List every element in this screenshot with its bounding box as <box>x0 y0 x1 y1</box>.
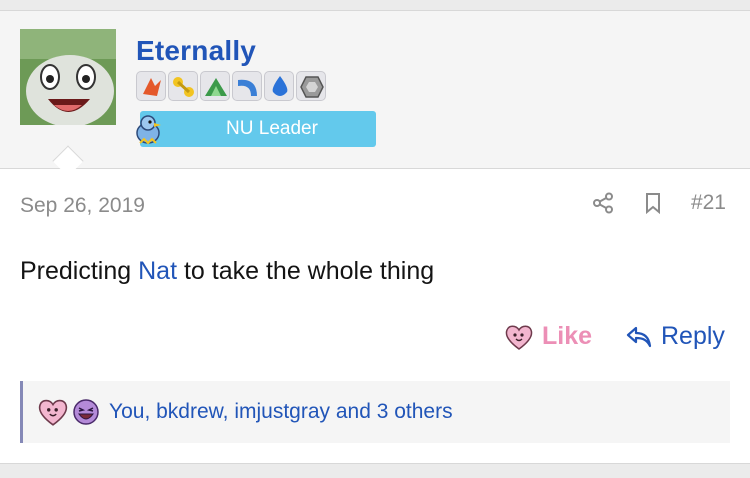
like-label: Like <box>542 322 593 350</box>
leaf-badge-icon <box>200 71 230 101</box>
wave-badge-icon <box>232 71 262 101</box>
user-header: Eternally NU Leader <box>0 11 750 169</box>
like-button[interactable]: Like <box>504 322 592 351</box>
reactions-bar: You, bkdrew, imjustgray and 3 others <box>20 381 730 443</box>
heart-face-icon <box>505 325 533 350</box>
post-text-end: to take the whole thing <box>177 257 435 285</box>
username-link[interactable]: Eternally <box>136 35 256 67</box>
bookmark-icon[interactable] <box>641 191 665 215</box>
user-rank: NU Leader <box>128 109 376 147</box>
post-date[interactable]: Sep 26, 2019 <box>20 194 145 218</box>
post-body: Predicting Nat to take the whole thing <box>20 257 434 286</box>
avatar[interactable] <box>20 29 116 125</box>
share-icon[interactable] <box>591 191 615 215</box>
fire-badge-icon <box>136 71 166 101</box>
post-number[interactable]: #21 <box>691 191 726 215</box>
water-drop-badge-icon <box>264 71 294 101</box>
user-badges <box>136 71 326 103</box>
reply-label: Reply <box>661 322 725 350</box>
gold-chain-badge-icon <box>168 71 198 101</box>
post-card: Eternally NU Leader Sep 26, 2019 #21 Pre… <box>0 10 750 464</box>
heart-face-reaction-icon <box>38 399 68 426</box>
user-mention-link[interactable]: Nat <box>138 257 177 285</box>
reactions-users-link[interactable]: You, bkdrew, imjustgray and 3 others <box>109 400 453 424</box>
stone-badge-icon <box>296 71 326 101</box>
reply-button[interactable]: Reply <box>625 322 725 351</box>
rank-banner: NU Leader <box>140 111 376 147</box>
post-tools: #21 <box>591 191 726 215</box>
laughing-face-reaction-icon <box>73 399 99 425</box>
reply-arrow-icon <box>626 326 652 347</box>
bird-sprite-icon <box>128 109 168 149</box>
post-text-start: Predicting <box>20 257 139 285</box>
